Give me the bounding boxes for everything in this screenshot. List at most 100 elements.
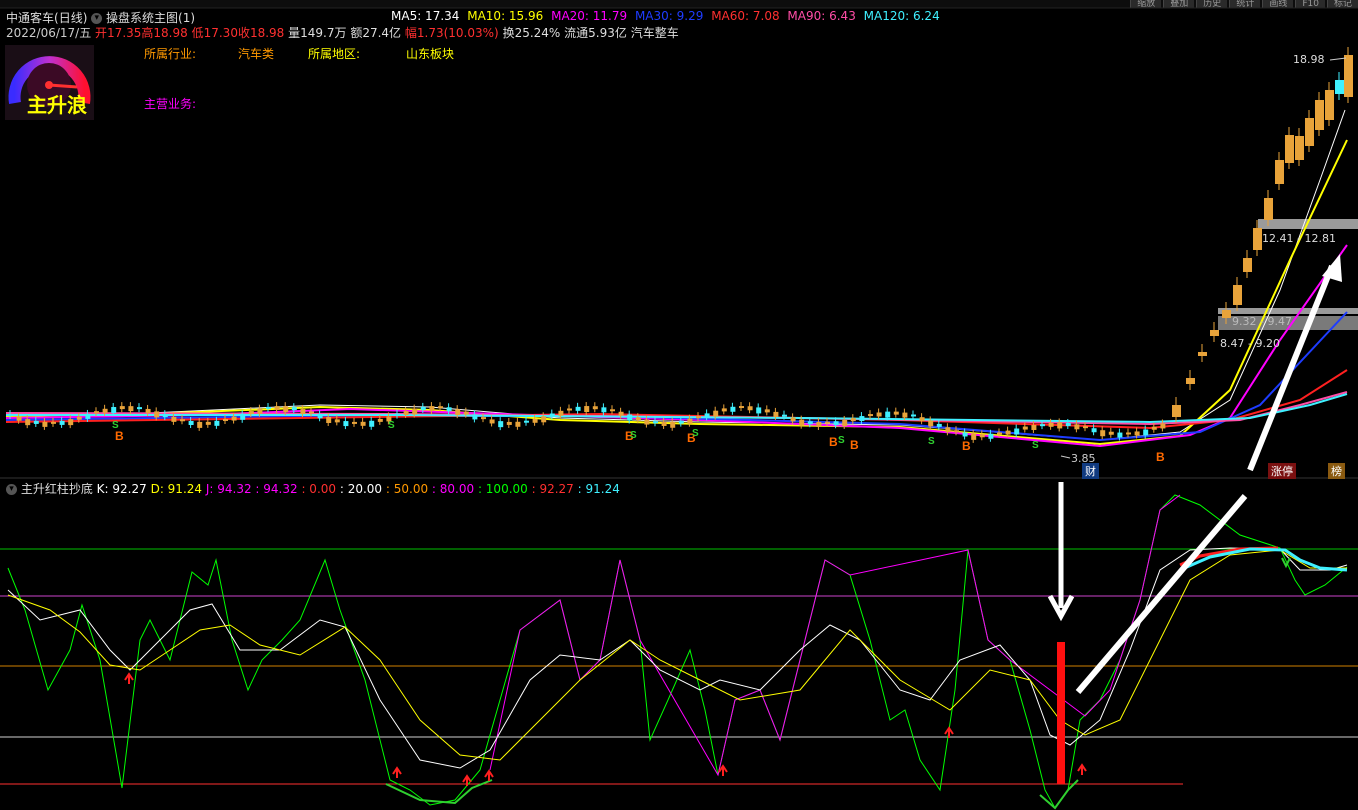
sub-indicator-value: : 94.32 <box>255 482 302 496</box>
candle-body <box>739 406 744 409</box>
candle-body <box>412 408 418 415</box>
candle-body <box>816 421 822 427</box>
sub-indicator-value: : 100.00 <box>477 482 532 496</box>
candle-body <box>59 420 65 425</box>
candle-body <box>506 421 512 425</box>
red-bar <box>1057 642 1065 784</box>
candle-body <box>1091 428 1097 433</box>
candle-body <box>644 419 650 425</box>
candle-body <box>799 419 805 426</box>
candle-body <box>291 407 297 411</box>
candle-body <box>85 413 91 419</box>
candle-body <box>807 421 813 425</box>
candle-body <box>988 433 994 439</box>
candle-body <box>231 416 237 421</box>
sell-signal-marker: S <box>838 435 845 446</box>
sell-signal-marker: S <box>388 420 395 431</box>
candle-body <box>1160 423 1166 429</box>
candle-body <box>687 418 693 424</box>
candle-body <box>128 406 134 412</box>
candle-body <box>1117 432 1123 438</box>
candle-body <box>309 411 314 414</box>
chart-canvas[interactable]: B B B B B BBS SS SS S S <box>0 0 1358 810</box>
limit-up-badge[interactable]: 涨停 <box>1268 463 1296 479</box>
candle-body <box>102 408 108 413</box>
candle-body <box>1031 425 1037 431</box>
candle-body <box>481 417 486 420</box>
candle-body <box>902 412 908 418</box>
candle-body <box>455 409 461 416</box>
sub-indicator-value: : 92.27 <box>531 482 578 496</box>
candle-body <box>223 418 228 421</box>
candle-body <box>420 406 426 410</box>
candle-body <box>764 409 770 413</box>
bottom-green-segment <box>385 779 493 805</box>
candle-body <box>1014 428 1020 435</box>
candle-body <box>188 421 194 426</box>
candle-body <box>911 414 916 417</box>
ma10-line <box>5 139 1348 446</box>
candle-body <box>670 421 676 428</box>
candle-body <box>653 421 658 424</box>
candle-body <box>1134 431 1140 436</box>
candle-body <box>240 413 246 420</box>
chevron-down-icon[interactable]: ▾ <box>6 484 17 495</box>
high-marker-line <box>1329 57 1347 61</box>
candle-body <box>326 416 332 423</box>
candle-body <box>472 414 478 420</box>
candle-body <box>498 421 504 428</box>
candle-body <box>756 407 762 414</box>
sub-indicator-value: : 80.00 <box>431 482 478 496</box>
candle-body <box>782 414 787 417</box>
sub-chart-title[interactable]: 主升红柱抄底 <box>21 482 93 496</box>
candle-body <box>1186 378 1195 384</box>
candle-body <box>549 413 555 417</box>
candle-body <box>429 406 435 412</box>
candle-body <box>25 419 31 426</box>
buy-signal-marker: B <box>115 429 124 443</box>
candle-body <box>1108 431 1114 435</box>
candle-body <box>274 406 280 411</box>
candle-body <box>317 414 323 419</box>
candle-body <box>919 417 925 422</box>
candle-body <box>1264 198 1273 220</box>
candle-body <box>68 419 74 426</box>
candle-body <box>575 406 581 411</box>
candle-body <box>592 406 598 410</box>
candle-body <box>42 421 48 427</box>
candle-body <box>893 411 899 415</box>
candle-body <box>403 410 409 415</box>
low-marker-line <box>1060 455 1071 459</box>
candle-body <box>1126 432 1131 435</box>
candle-body <box>713 410 719 417</box>
candle-body <box>111 407 117 414</box>
candle-body <box>704 413 710 418</box>
zone-label-2: 9.32 - 9.47 <box>1232 315 1292 328</box>
sub-indicator-value: J: 94.32 <box>205 482 256 496</box>
candle-body <box>954 430 959 433</box>
candle-body <box>825 421 830 424</box>
candle-body <box>266 406 271 409</box>
candle-body <box>661 421 667 426</box>
candle-body <box>773 411 779 417</box>
ranking-badge[interactable]: 榜 <box>1328 463 1345 479</box>
candle-body <box>962 432 968 437</box>
candle-body <box>1065 422 1071 426</box>
sub-indicator-value: : 91.24 <box>577 482 620 496</box>
up-arrow-lower <box>1075 494 1248 694</box>
sub-indicator-value: K: 92.27 <box>96 482 151 496</box>
candle-body <box>119 406 125 410</box>
candle-body <box>1151 426 1157 430</box>
candle-body <box>343 421 349 427</box>
candle-body <box>180 419 185 422</box>
sell-signal-marker: S <box>630 430 637 441</box>
candle-body <box>1285 135 1294 163</box>
candle-body <box>334 419 340 423</box>
candle-body <box>584 406 590 413</box>
candle-body <box>1305 118 1314 146</box>
candle-body <box>214 420 220 426</box>
finance-badge[interactable]: 财 <box>1082 463 1099 479</box>
candle-body <box>1074 424 1080 430</box>
candle-body <box>678 420 684 424</box>
candle-body <box>524 420 529 423</box>
